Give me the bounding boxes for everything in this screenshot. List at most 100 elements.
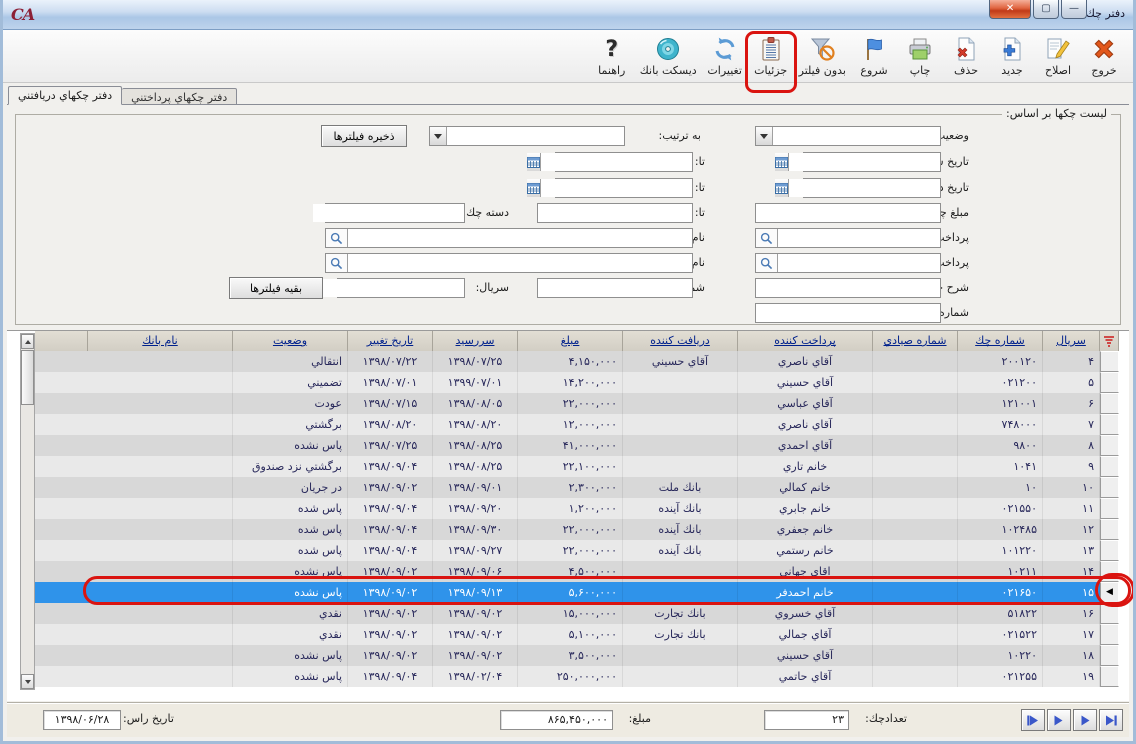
column-header[interactable]: نام بانك (88, 331, 233, 351)
column-header[interactable]: سررسيد (433, 331, 518, 351)
amount-from-input[interactable] (756, 204, 940, 222)
amount-from-field[interactable] (755, 203, 941, 223)
row-selector[interactable] (1100, 645, 1119, 666)
sayadi-number-input[interactable] (756, 304, 940, 322)
check-status-input[interactable] (773, 127, 940, 145)
receive-date-to-field[interactable] (555, 178, 693, 198)
column-header[interactable]: مبلغ (518, 331, 623, 351)
row-selector[interactable]: ◀ (1100, 582, 1119, 603)
search-icon[interactable] (756, 254, 778, 272)
due-date-from-input[interactable] (789, 153, 940, 171)
row-selector[interactable] (1100, 519, 1119, 540)
scrollbar-thumb[interactable] (21, 350, 34, 405)
table-row[interactable]: ۱۰۱۰خانم كماليبانك ملت۲,۳۰۰,۰۰۰۱۳۹۸/۰۹/۰… (35, 477, 1119, 498)
calendar-icon[interactable] (527, 153, 541, 171)
due-date-to-input[interactable] (541, 153, 692, 171)
toolbar-no-filter-button[interactable]: بدون فيلتر (796, 34, 849, 77)
close-button[interactable]: ✕ (989, 0, 1031, 19)
nav-previous-icon[interactable] (1073, 709, 1097, 731)
save-filters-button[interactable]: ذخيره فيلترها (321, 125, 407, 147)
paid-to-input[interactable] (778, 254, 940, 272)
more-filters-button[interactable]: بقيه فيلترها (229, 277, 323, 299)
calendar-icon[interactable] (527, 179, 541, 197)
row-selector[interactable] (1100, 498, 1119, 519)
table-row[interactable]: ۱۳۱۰۱۲۲۰خانم رستميبانك آينده۲۲,۰۰۰,۰۰۰۱۳… (35, 540, 1119, 561)
scroll-down-button[interactable] (21, 674, 34, 689)
order-by-input[interactable] (447, 127, 624, 145)
due-date-from-field[interactable] (803, 152, 941, 172)
row-selector[interactable] (1100, 603, 1119, 624)
receive-date-from-input[interactable] (789, 179, 940, 197)
check-batch-input[interactable] (313, 204, 464, 222)
paid-to-field[interactable] (755, 253, 941, 273)
search-icon[interactable] (326, 254, 348, 272)
receive-date-to-input[interactable] (541, 179, 692, 197)
check-status-select[interactable] (755, 126, 941, 146)
scroll-up-button[interactable] (21, 334, 34, 349)
table-row[interactable]: ۱۴۱۰۲۱۱اقاي جهاني۴,۵۰۰,۰۰۰۱۳۹۸/۰۹/۰۶۱۳۹۸… (35, 561, 1119, 582)
column-header[interactable]: پرداخت كننده (738, 331, 873, 351)
table-row[interactable]: ۸۹۸۰۰آقاي احمدي۴۱,۰۰۰,۰۰۰۱۳۹۸/۰۸/۲۵۱۳۹۸/… (35, 435, 1119, 456)
payer-field[interactable] (755, 228, 941, 248)
tab-received-checks[interactable]: دفتر چكهاي دريافتني (8, 86, 122, 105)
nav-first-icon[interactable] (1099, 709, 1123, 731)
table-row[interactable]: ◀۱۵۰۲۱۶۵۰خانم احمدفر۵,۶۰۰,۰۰۰۱۳۹۸/۰۹/۱۳۱… (35, 582, 1119, 603)
calendar-icon[interactable] (775, 179, 789, 197)
column-header[interactable]: وضعيت (233, 331, 348, 351)
row-selector[interactable] (1100, 477, 1119, 498)
column-header[interactable]: تاريخ تغيير (348, 331, 433, 351)
payer-name-field[interactable] (325, 228, 693, 248)
check-number-field[interactable] (537, 278, 693, 298)
toolbar-bank-disk-button[interactable]: ديسكت بانك (637, 34, 700, 77)
row-selector[interactable] (1100, 414, 1119, 435)
calendar-icon[interactable] (775, 153, 789, 171)
check-number-input[interactable] (538, 279, 692, 297)
nav-last-icon[interactable] (1021, 709, 1045, 731)
toolbar-exit-button[interactable]: خروج (1083, 34, 1125, 77)
receive-date-from-field[interactable] (803, 178, 941, 198)
search-icon[interactable] (326, 229, 348, 247)
table-row[interactable]: ۹۱۰۴۱خانم تاري۲۲,۱۰۰,۰۰۰۱۳۹۸/۰۸/۲۵۱۳۹۸/۰… (35, 456, 1119, 477)
table-row[interactable]: ۱۷۰۲۱۵۲۲آقاي جماليبانك تجارت۵,۱۰۰,۰۰۰۱۳۹… (35, 624, 1119, 645)
serial-input[interactable] (313, 279, 464, 297)
chevron-down-icon[interactable] (430, 127, 447, 145)
column-header[interactable]: شماره چك (958, 331, 1043, 351)
table-row[interactable]: ۴۲۰۰۱۲۰آقاي ناصريآقاي حسيني۴,۱۵۰,۰۰۰۱۳۹۸… (35, 351, 1119, 372)
check-desc-input[interactable] (756, 279, 940, 297)
table-row[interactable]: ۱۸۱۰۲۲۰آقاي حسيني۳,۵۰۰,۰۰۰۱۳۹۸/۰۹/۰۲۱۳۹۸… (35, 645, 1119, 666)
search-icon[interactable] (756, 229, 778, 247)
table-row[interactable]: ۱۱۰۲۱۵۵۰خانم جابريبانك آينده۱,۲۰۰,۰۰۰۱۳۹… (35, 498, 1119, 519)
toolbar-edit-button[interactable]: اصلاح (1037, 34, 1079, 77)
row-selector[interactable] (1100, 372, 1119, 393)
due-date-to-field[interactable] (555, 152, 693, 172)
column-header[interactable]: سريال (1043, 331, 1100, 351)
table-row[interactable]: ۱۹۰۲۱۲۵۵آقاي حاتمي۲۵۰,۰۰۰,۰۰۰۱۳۹۸/۰۲/۰۴۱… (35, 666, 1119, 687)
order-by-select[interactable] (429, 126, 625, 146)
paid-to-name-field[interactable] (325, 253, 693, 273)
toolbar-print-button[interactable]: چاپ (899, 34, 941, 77)
table-row[interactable]: ۱۲۱۰۲۴۸۵خانم جعفريبانك آينده۲۲,۰۰۰,۰۰۰۱۳… (35, 519, 1119, 540)
sayadi-number-field[interactable] (755, 303, 941, 323)
column-header[interactable]: شماره صيادي (873, 331, 958, 351)
toolbar-start-button[interactable]: شروع (853, 34, 895, 77)
row-selector[interactable] (1100, 435, 1119, 456)
payer-input[interactable] (778, 229, 940, 247)
amount-to-input[interactable] (538, 204, 692, 222)
check-batch-field[interactable] (325, 203, 465, 223)
filter-indicator-icon[interactable] (1100, 331, 1119, 351)
minimize-button[interactable]: — (1061, 0, 1087, 19)
paid-to-name-input[interactable] (348, 254, 692, 272)
row-selector[interactable] (1100, 666, 1119, 687)
payer-name-input[interactable] (348, 229, 692, 247)
row-selector[interactable] (1100, 351, 1119, 372)
row-selector[interactable] (1100, 393, 1119, 414)
column-header[interactable]: دريافت كننده (623, 331, 738, 351)
row-selector[interactable] (1100, 540, 1119, 561)
toolbar-delete-button[interactable]: حذف (945, 34, 987, 77)
toolbar-help-button[interactable]: ? راهنما (591, 34, 633, 77)
row-selector[interactable] (1100, 624, 1119, 645)
toolbar-new-button[interactable]: جديد (991, 34, 1033, 77)
nav-next-icon[interactable] (1047, 709, 1071, 731)
vertical-scrollbar[interactable] (20, 333, 35, 690)
maximize-button[interactable]: ▢ (1033, 0, 1059, 19)
